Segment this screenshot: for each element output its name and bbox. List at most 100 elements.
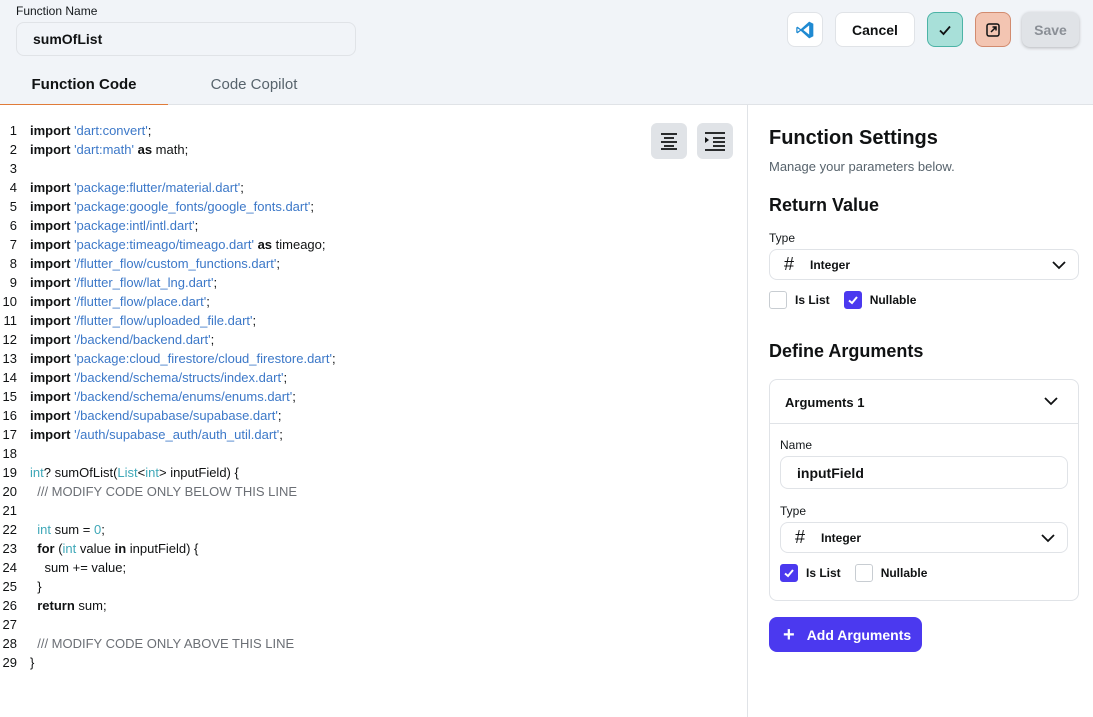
code-line[interactable]: 22 int sum = 0; — [0, 520, 336, 539]
code-token: import — [30, 351, 71, 366]
argument-name-input[interactable]: inputField — [780, 456, 1068, 489]
return-options-row: Is List Nullable — [769, 291, 930, 309]
code-line[interactable]: 8 import '/flutter_flow/custom_functions.… — [0, 254, 336, 273]
line-content: import '/auth/supabase_auth/auth_util.da… — [30, 425, 283, 444]
return-nullable-checkbox[interactable] — [843, 291, 862, 309]
code-line[interactable]: 26 return sum; — [0, 596, 336, 615]
line-content: import '/flutter_flow/place.dart'; — [30, 292, 210, 311]
code-line[interactable]: 1 import 'dart:convert'; — [0, 121, 336, 140]
line-number: 8 — [9, 256, 17, 271]
open-external-button[interactable] — [975, 12, 1011, 47]
code-line[interactable]: 23 for (int value in inputField) { — [0, 539, 336, 558]
argument-card-header[interactable]: Arguments 1 — [770, 380, 1078, 424]
code-line[interactable]: 28 /// MODIFY CODE ONLY ABOVE THIS LINE — [0, 634, 336, 653]
code-token: sum; — [74, 598, 107, 613]
add-arguments-button[interactable]: + Add Arguments — [769, 617, 922, 652]
argument-nullable-checkbox[interactable] — [854, 564, 873, 582]
code-token: import — [30, 256, 71, 271]
code-token: import — [30, 123, 71, 138]
format-code-button[interactable] — [651, 123, 687, 159]
code-line[interactable]: 14 import '/backend/schema/structs/index.… — [0, 368, 336, 387]
argument-name-label: Name — [780, 438, 813, 452]
tab-code-copilot[interactable]: Code Copilot — [168, 64, 340, 105]
code-line[interactable]: 7 import 'package:timeago/timeago.dart' a… — [0, 235, 336, 254]
argument-is-list-checkbox[interactable] — [780, 564, 798, 582]
return-type-dropdown[interactable]: # Integer — [769, 249, 1079, 280]
code-token: 'package:google_fonts/google_fonts.dart' — [74, 199, 311, 214]
code-line[interactable]: 13 import 'package:cloud_firestore/cloud_… — [0, 349, 336, 368]
code-editor[interactable]: 1 import 'dart:convert'; 2 import 'dart:mat… — [0, 105, 748, 717]
code-line[interactable]: 12 import '/backend/backend.dart'; — [0, 330, 336, 349]
code-token: 'dart:math' — [74, 142, 134, 157]
line-number: 18 — [2, 446, 17, 461]
code-token: ; — [101, 522, 105, 537]
line-content: import '/backend/backend.dart'; — [30, 330, 214, 349]
line-number: 21 — [2, 503, 17, 518]
code-token: import — [30, 332, 71, 347]
code-line[interactable]: 6 import 'package:intl/intl.dart'; — [0, 216, 336, 235]
add-arguments-label: Add Arguments — [806, 626, 912, 643]
code-token: ? sumOfList( — [43, 465, 118, 480]
code-line[interactable]: 21 — [0, 501, 336, 520]
code-line[interactable]: 3 — [0, 159, 336, 178]
code-token: import — [30, 370, 71, 385]
code-line[interactable]: 20 /// MODIFY CODE ONLY BELOW THIS LINE — [0, 482, 336, 501]
line-number: 20 — [2, 484, 17, 499]
code-line[interactable]: 15 import '/backend/schema/enums/enums.da… — [0, 387, 336, 406]
code-lines[interactable]: 1 import 'dart:convert'; 2 import 'dart:mat… — [0, 121, 336, 672]
line-content: import 'package:cloud_firestore/cloud_fi… — [30, 349, 336, 368]
tab-function-code[interactable]: Function Code — [0, 64, 168, 106]
code-line[interactable]: 27 — [0, 615, 336, 634]
line-number: 27 — [2, 617, 17, 632]
vscode-button[interactable] — [787, 12, 823, 47]
save-button[interactable]: Save — [1022, 12, 1079, 47]
code-line[interactable]: 29} — [0, 653, 336, 672]
code-token: 'package:intl/intl.dart' — [74, 218, 195, 233]
code-line[interactable]: 16 import '/backend/supabase/supabase.dar… — [0, 406, 336, 425]
code-token: } — [30, 579, 42, 594]
indent-button[interactable] — [697, 123, 733, 159]
code-token: int — [145, 465, 159, 480]
code-line[interactable]: 24 sum += value; — [0, 558, 336, 577]
code-line[interactable]: 5 import 'package:google_fonts/google_fon… — [0, 197, 336, 216]
code-line[interactable]: 10 import '/flutter_flow/place.dart'; — [0, 292, 336, 311]
code-line[interactable]: 11 import '/flutter_flow/uploaded_file.da… — [0, 311, 336, 330]
line-content: import 'dart:math' as math; — [30, 140, 188, 159]
open-external-icon — [986, 22, 1000, 37]
code-line[interactable]: 4 import 'package:flutter/material.dart'; — [0, 178, 336, 197]
line-number: 19 — [2, 465, 17, 480]
code-line[interactable]: 9 import '/flutter_flow/lat_lng.dart'; — [0, 273, 336, 292]
code-token: ; — [310, 199, 314, 214]
tab-function-code-label: Function Code — [31, 76, 137, 93]
code-token: import — [30, 142, 71, 157]
code-token: import — [30, 218, 71, 233]
function-name-input[interactable]: sumOfList — [16, 22, 356, 56]
function-settings-panel: Function Settings Manage your parameters… — [749, 105, 1093, 717]
line-content: } — [30, 653, 34, 672]
line-content: import '/backend/supabase/supabase.dart'… — [30, 406, 281, 425]
code-line[interactable]: 25 } — [0, 577, 336, 596]
return-is-list-checkbox[interactable] — [769, 291, 787, 309]
line-number: 23 — [2, 541, 17, 556]
code-line[interactable]: 2 import 'dart:math' as math; — [0, 140, 336, 159]
code-line[interactable]: 17 import '/auth/supabase_auth/auth_util.… — [0, 425, 336, 444]
cancel-button[interactable]: Cancel — [835, 12, 915, 47]
define-arguments-heading: Define Arguments — [769, 341, 924, 361]
code-line[interactable]: 19 int? sumOfList(List<int> inputField) { — [0, 463, 336, 482]
line-number: 4 — [9, 180, 17, 195]
line-content: import '/flutter_flow/uploaded_file.dart… — [30, 311, 256, 330]
argument-type-value: Integer — [821, 530, 862, 545]
code-token: ; — [206, 294, 210, 309]
code-line[interactable]: 18 — [0, 444, 336, 463]
code-token: '/flutter_flow/uploaded_file.dart' — [74, 313, 253, 328]
check-button[interactable] — [927, 12, 963, 47]
line-content: int? sumOfList(List<int> inputField) { — [30, 463, 239, 482]
code-token: math; — [152, 142, 189, 157]
argument-type-dropdown[interactable]: # Integer — [780, 522, 1068, 553]
code-token: import — [30, 180, 71, 195]
code-token: 'package:timeago/timeago.dart' — [74, 237, 254, 252]
line-number: 12 — [2, 332, 17, 347]
line-number: 28 — [2, 636, 17, 651]
line-content: import '/flutter_flow/lat_lng.dart'; — [30, 273, 217, 292]
line-content: int sum = 0; — [30, 520, 105, 539]
